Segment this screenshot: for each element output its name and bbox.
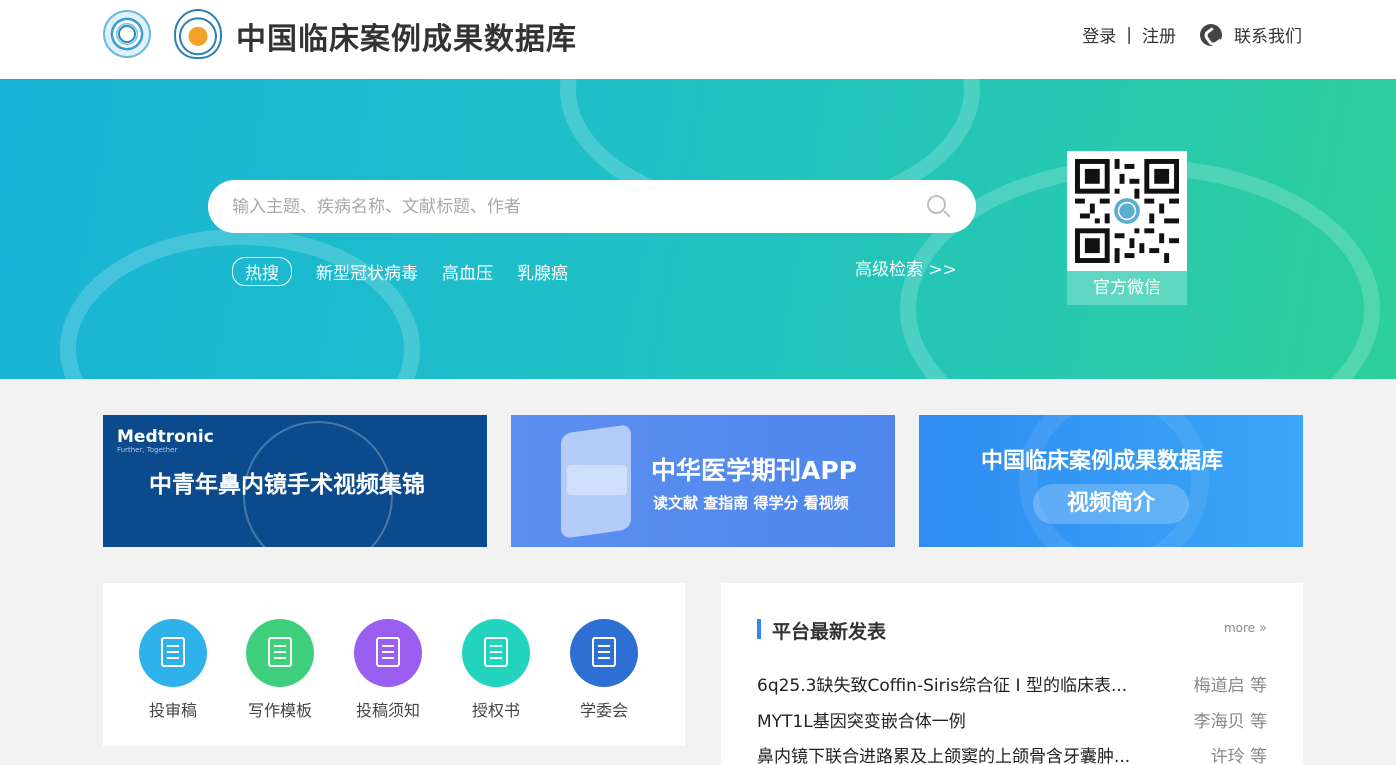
quick-link-guidelines[interactable]: 投稿须知: [338, 619, 438, 721]
hot-term-breast-cancer[interactable]: 乳腺癌: [517, 259, 568, 284]
banner-title: 中华医学期刊APP: [651, 456, 857, 485]
quick-link-template[interactable]: 写作模板: [230, 619, 330, 721]
qr-label: 官方微信: [1067, 271, 1187, 305]
advanced-search-link[interactable]: 高级检索 >>: [855, 255, 957, 280]
register-link[interactable]: 注册: [1142, 22, 1176, 47]
quick-link-label: 学委会: [579, 701, 628, 720]
hot-search-row: 热搜 新型冠状病毒 高血压 乳腺癌: [232, 257, 592, 286]
search-icon[interactable]: [927, 195, 951, 219]
login-link[interactable]: 登录: [1082, 22, 1116, 47]
more-link[interactable]: more»: [1224, 621, 1267, 636]
sponsor-brand: Medtronic: [117, 427, 214, 447]
ring-decoration: [1019, 415, 1209, 547]
nav-separator: |: [1126, 24, 1132, 45]
article-title: 6q25.3缺失致Coffin-Siris综合征 I 型的临床表...: [757, 676, 1128, 695]
search-box: [208, 180, 976, 233]
quick-link-authorization[interactable]: 授权书: [446, 619, 546, 721]
hot-search-badge: 热搜: [232, 257, 292, 286]
list-item[interactable]: 鼻内镜下联合进路累及上颌窦的上颌骨含牙囊肿... 许玲 等: [757, 742, 1267, 765]
banner-endoscopy-videos[interactable]: Medtronic Further, Together 中青年鼻内镜手术视频集锦: [103, 415, 487, 547]
association-logo-icon[interactable]: [103, 10, 151, 58]
article-title: MYT1L基因突变嵌合体一例: [757, 712, 966, 731]
edit-icon: [246, 619, 314, 687]
quick-link-committee[interactable]: 学委会: [554, 619, 654, 721]
article-author: 梅道启 等: [1193, 676, 1267, 696]
review-icon: [139, 619, 207, 687]
site-header: 中国临床案例成果数据库 登录 | 注册 联系我们: [0, 0, 1396, 79]
quick-link-label: 写作模板: [247, 701, 312, 720]
article-author: 李海贝 等: [1193, 712, 1267, 732]
card-illustration-icon: [567, 465, 627, 495]
article-title: 鼻内镜下联合进路累及上颌窦的上颌骨含牙囊肿...: [757, 747, 1131, 765]
video-intro-pill: 视频简介: [1033, 484, 1189, 524]
committee-icon: [570, 619, 638, 687]
chevron-right-icon: »: [1259, 621, 1267, 636]
site-title[interactable]: 中国临床案例成果数据库: [236, 14, 577, 58]
heading-accent-bar: [757, 619, 761, 639]
info-icon: [354, 619, 422, 687]
more-label: more: [1223, 621, 1256, 635]
hero-search-banner: 热搜 新型冠状病毒 高血压 乳腺癌 高级检索 >>: [0, 79, 1396, 379]
phone-icon: [1200, 23, 1222, 46]
banner-title: 中国临床案例成果数据库: [981, 449, 1224, 474]
quick-link-label: 投稿须知: [355, 701, 420, 720]
quick-links-panel: 投审稿 写作模板 投稿须知 授权书 学委会: [103, 583, 685, 746]
search-input[interactable]: [232, 194, 912, 220]
quick-link-label: 授权书: [471, 701, 520, 720]
qr-code-icon: [1067, 151, 1187, 271]
header-nav: 登录 | 注册 联系我们: [1082, 22, 1302, 47]
latest-heading: 平台最新发表: [772, 621, 887, 643]
banner-title: 中青年鼻内镜手术视频集锦: [149, 472, 425, 498]
banner-video-intro[interactable]: 中国临床案例成果数据库 视频简介: [919, 415, 1303, 547]
dna-decoration: [60, 229, 420, 379]
list-item[interactable]: MYT1L基因突变嵌合体一例 李海贝 等: [757, 707, 1267, 732]
quick-link-review[interactable]: 投审稿: [123, 619, 223, 721]
sponsor-tagline: Further, Together: [117, 446, 178, 454]
latest-publications-panel: 平台最新发表 more» 6q25.3缺失致Coffin-Siris综合征 I …: [721, 583, 1303, 765]
list-item[interactable]: 6q25.3缺失致Coffin-Siris综合征 I 型的临床表... 梅道启 …: [757, 671, 1267, 696]
hot-term-hypertension[interactable]: 高血压: [442, 259, 493, 284]
banner-journal-app[interactable]: 中华医学期刊APP 读文献 查指南 得学分 看视频: [511, 415, 895, 547]
certificate-icon: [462, 619, 530, 687]
article-author: 许玲 等: [1210, 747, 1267, 765]
journal-logo-icon[interactable]: [174, 9, 222, 59]
contact-link[interactable]: 联系我们: [1234, 22, 1302, 47]
wechat-qr: 官方微信: [1067, 151, 1187, 305]
banner-subtitle: 读文献 查指南 得学分 看视频: [653, 494, 849, 512]
quick-link-label: 投审稿: [148, 701, 197, 720]
hot-term-covid[interactable]: 新型冠状病毒: [316, 259, 418, 284]
